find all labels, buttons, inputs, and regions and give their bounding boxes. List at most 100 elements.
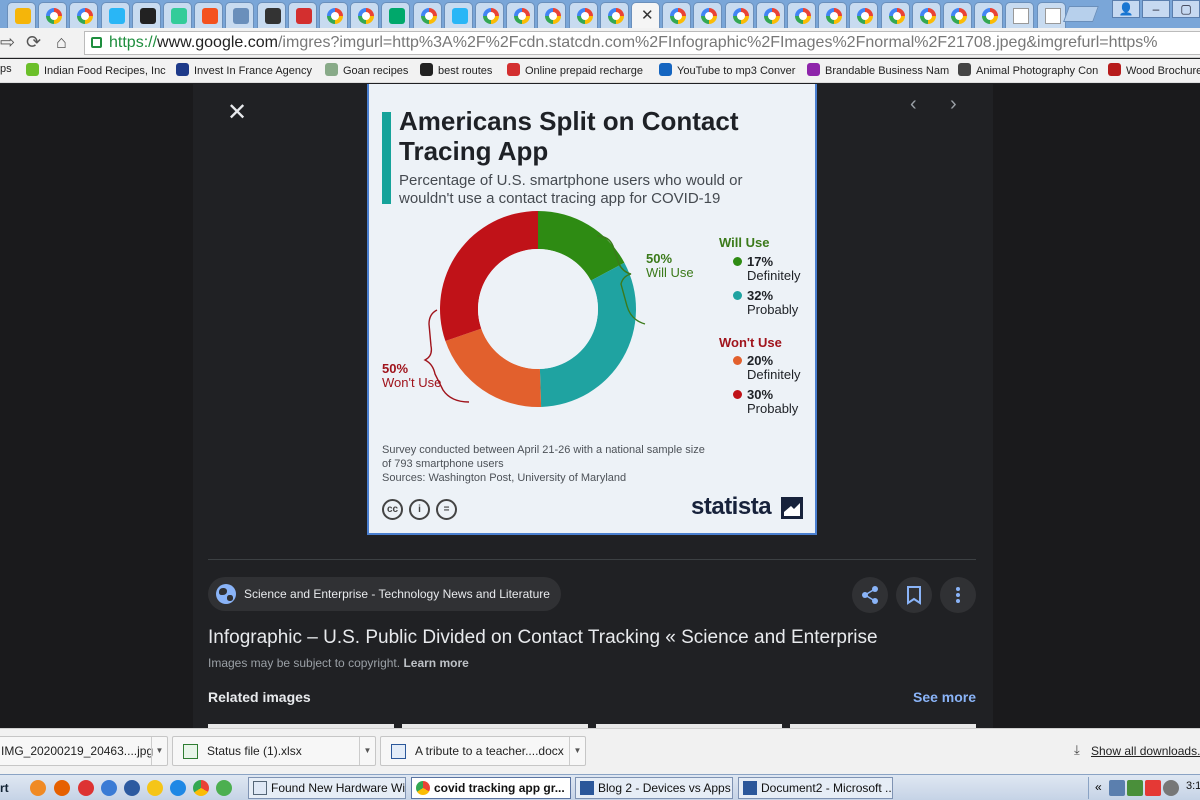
browser-tab[interactable] [287, 2, 317, 28]
browser-tab[interactable] [100, 2, 130, 28]
more-options-button[interactable] [940, 577, 976, 613]
legend-label-wont-probably: Probably [747, 401, 799, 416]
wifi-icon[interactable] [1127, 780, 1143, 796]
browser-tab[interactable] [475, 2, 504, 28]
browser-tab[interactable] [849, 2, 879, 28]
see-more-link[interactable]: See more [913, 689, 976, 705]
home-icon[interactable]: ⌂ [56, 32, 67, 53]
browser-tab[interactable] [381, 2, 411, 28]
page-title-link[interactable]: Infographic – U.S. Public Divided on Con… [208, 627, 878, 649]
browser-tab[interactable] [194, 2, 224, 28]
browser-tab[interactable] [131, 2, 161, 28]
chevron-down-icon[interactable]: ▼ [359, 737, 375, 765]
address-bar[interactable]: https://www.google.com/imgres?imgurl=htt… [84, 31, 1200, 55]
browser-tab[interactable] [225, 2, 255, 28]
chevron-down-icon[interactable]: ▼ [569, 737, 585, 765]
legend-value-wont-probably: 30% [747, 387, 774, 402]
download-item[interactable]: A tribute to a teacher....docx ▼ [380, 736, 586, 766]
bookmark-label: YouTube to mp3 Conver [677, 65, 796, 77]
bookmark-item[interactable]: Animal Photography Con [958, 63, 1098, 77]
browser-tab[interactable] [911, 2, 941, 28]
minimize-button[interactable]: – [1142, 0, 1170, 18]
browser-tab[interactable] [724, 2, 754, 28]
bookmark-label: Online prepaid recharge [525, 65, 644, 77]
taskbar-item[interactable]: Blog 2 - Devices vs Apps ... [575, 777, 733, 799]
profile-button[interactable]: 👤 [1112, 0, 1140, 18]
browser-tab[interactable] [350, 2, 380, 28]
bookmark-item[interactable]: ps [0, 63, 12, 75]
bookmark-item[interactable]: YouTube to mp3 Conver [659, 63, 795, 77]
chrome-icon[interactable] [193, 780, 209, 796]
browser-tab[interactable] [599, 2, 629, 28]
download-filename: IMG_20200219_20463....jpg [1, 744, 154, 758]
bookmark-label: Invest In France Agency [194, 65, 313, 77]
browser-tab[interactable] [412, 2, 442, 28]
network-icon[interactable] [1109, 780, 1125, 796]
taskbar-item[interactable]: covid tracking app gr... [411, 777, 571, 799]
previous-image-icon[interactable]: ‹ [910, 93, 917, 116]
infographic-image[interactable]: Americans Split on Contact Tracing App P… [367, 84, 817, 535]
firefox-icon[interactable] [54, 780, 70, 796]
bookmark-item[interactable]: Invest In France Agency [176, 63, 312, 77]
forward-icon[interactable]: ⇨ [0, 32, 15, 53]
quick-heal-icon[interactable] [1145, 780, 1161, 796]
browser-tab[interactable] [787, 2, 816, 28]
browser-tab[interactable] [974, 2, 1004, 28]
browser-tab[interactable] [7, 2, 36, 28]
app-icon[interactable] [101, 780, 117, 796]
site-favicon-icon [389, 8, 406, 24]
new-tab-button[interactable] [1063, 6, 1099, 22]
tray-expand-icon[interactable]: « [1095, 780, 1102, 794]
source-site-chip[interactable]: Science and Enterprise - Technology News… [208, 577, 561, 611]
browser-tab[interactable] [755, 2, 785, 28]
quicklaunch-icon[interactable] [30, 780, 46, 796]
bookmark-item[interactable]: Brandable Business Nam [807, 63, 949, 77]
google-icon [951, 8, 967, 24]
utorrent-icon[interactable] [216, 780, 232, 796]
browser-tab[interactable] [443, 2, 473, 28]
learn-more-link[interactable]: Learn more [403, 656, 468, 670]
browser-tab[interactable] [506, 2, 536, 28]
next-image-icon[interactable]: › [950, 93, 957, 116]
bookmark-item[interactable]: Wood Brochure [1108, 63, 1200, 77]
browser-tab[interactable] [256, 2, 286, 28]
browser-tab[interactable] [880, 2, 910, 28]
reload-icon[interactable]: ⟳ [26, 32, 41, 53]
app-icon[interactable] [78, 780, 94, 796]
browser-tab[interactable] [319, 2, 348, 28]
browser-tab[interactable]: ✕ [631, 2, 660, 28]
browser-tab[interactable] [1036, 2, 1066, 28]
browser-tab[interactable] [69, 2, 99, 28]
save-button[interactable] [896, 577, 932, 613]
browser-tab[interactable] [163, 2, 192, 28]
bookmark-item[interactable]: Online prepaid recharge [507, 63, 643, 77]
chevron-down-icon[interactable]: ▼ [151, 737, 167, 765]
bookmark-item[interactable]: Indian Food Recipes, Inc [26, 63, 166, 77]
download-item[interactable]: IMG_20200219_20463....jpg ▼ [0, 736, 168, 766]
bookmark-item[interactable]: Goan recipes [325, 63, 408, 77]
close-tab-icon[interactable]: ✕ [641, 6, 654, 24]
maximize-button[interactable]: ▢ [1172, 0, 1200, 18]
share-button[interactable] [852, 577, 888, 613]
browser-tab[interactable] [662, 2, 692, 28]
site-favicon-icon [171, 8, 187, 24]
browser-tab[interactable] [1005, 2, 1035, 28]
bookmark-item[interactable]: best routes [420, 63, 492, 77]
internet-explorer-icon[interactable] [170, 780, 186, 796]
tray-app-icon[interactable] [1163, 780, 1179, 796]
browser-tab[interactable] [693, 2, 723, 28]
browser-tab[interactable] [38, 2, 68, 28]
messenger-icon[interactable] [147, 780, 163, 796]
browser-tab[interactable] [537, 2, 567, 28]
download-item[interactable]: Status file (1).xlsx ▼ [172, 736, 376, 766]
show-all-downloads-link[interactable]: Show all downloads... [1091, 744, 1200, 758]
media-player-icon[interactable] [124, 780, 140, 796]
google-icon [514, 8, 531, 24]
start-button[interactable]: rt [0, 777, 16, 799]
taskbar-item[interactable]: Found New Hardware Wi... [248, 777, 406, 799]
browser-tab[interactable] [568, 2, 598, 28]
browser-tab[interactable] [943, 2, 972, 28]
taskbar-item[interactable]: Document2 - Microsoft ... [738, 777, 893, 799]
close-icon[interactable]: ✕ [226, 100, 248, 126]
browser-tab[interactable] [818, 2, 848, 28]
